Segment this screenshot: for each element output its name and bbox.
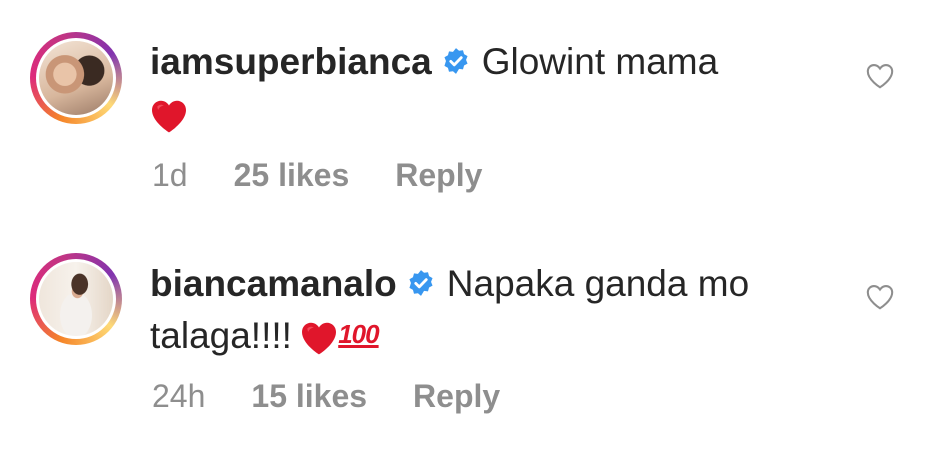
verified-badge-icon (444, 48, 468, 75)
likes-count[interactable]: 25 likes (234, 157, 350, 193)
avatar-story-ring[interactable] (30, 253, 122, 345)
likes-count[interactable]: 15 likes (251, 378, 367, 414)
red-heart-emoji-icon (152, 100, 186, 133)
comment-item: iamsuperbianca Glowint mama 1d 25 likes Rep… (0, 0, 945, 230)
comment-meta: 24h 15 likes Reply (152, 376, 546, 416)
comment-timestamp[interactable]: 1d (152, 157, 188, 193)
comment-text-line: iamsuperbianca Glowint mama (150, 40, 718, 84)
comment-text-line: biancamanalo Napaka ganda mo (150, 262, 749, 306)
avatar-story-ring[interactable] (30, 32, 122, 124)
comment-timestamp[interactable]: 24h (152, 378, 205, 414)
comment-text-line-2: talaga!!!! 100 (150, 314, 380, 358)
avatar-border (36, 38, 116, 118)
comment-text: Glowint mama (481, 41, 719, 82)
avatar-border (36, 259, 116, 339)
comment-text-continued: talaga!!!! (150, 315, 292, 356)
reply-button[interactable]: Reply (413, 378, 500, 414)
username-link[interactable]: biancamanalo (150, 263, 397, 304)
comment-text: Napaka ganda mo (446, 263, 750, 304)
avatar (39, 262, 113, 336)
hundred-points-emoji-icon: 100 (338, 319, 379, 350)
like-heart-icon[interactable] (865, 62, 895, 90)
like-heart-icon[interactable] (865, 283, 895, 311)
avatar (39, 41, 113, 115)
verified-badge-icon (409, 270, 433, 297)
comment-emoji-line (150, 92, 188, 136)
reply-button[interactable]: Reply (395, 157, 482, 193)
username-link[interactable]: iamsuperbianca (150, 41, 432, 82)
comment-meta: 1d 25 likes Reply (152, 155, 528, 195)
comment-item: biancamanalo Napaka ganda mo talaga!!!! 1… (0, 230, 945, 470)
red-heart-emoji-icon (302, 322, 337, 355)
